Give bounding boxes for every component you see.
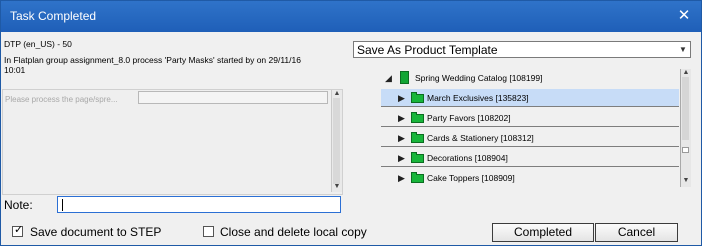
vertical-scrollbar[interactable]: ▲ ▼ [331,90,342,192]
template-select[interactable]: Save As Product Template ▼ [353,41,691,58]
field-input[interactable] [138,91,328,104]
field-label: Please process the page/spre... [5,95,118,104]
expand-right-icon[interactable]: ▶ [398,133,405,144]
cancel-button[interactable]: Cancel [595,223,678,242]
folder-icon [411,92,424,103]
task-description: In Flatplan group assignment_8.0 process… [4,55,301,75]
scroll-down-icon[interactable]: ▼ [333,183,341,191]
folder-icon [411,112,424,123]
task-completed-dialog: Task Completed ✕ DTP (en_US) - 50 In Fla… [0,0,702,246]
tree-item-label: March Exclusives [135823] [427,93,529,103]
expand-right-icon[interactable]: ▶ [398,113,405,124]
tree-root-item[interactable]: ◢ Spring Wedding Catalog [108199] [381,69,679,87]
tree-scrollbar[interactable]: ▲ ▼ [680,69,691,187]
tree-item-cards-stationery[interactable]: ▶ Cards & Stationery [108312] [381,129,679,147]
save-to-step-checkbox[interactable]: ✓ [12,224,24,237]
tree-item-decorations[interactable]: ▶ Decorations [108904] [381,149,679,167]
chevron-down-icon[interactable]: ▼ [678,45,688,55]
tree-item-party-favors[interactable]: ▶ Party Favors [108202] [381,109,679,127]
folder-icon [411,172,424,183]
product-tree: ◢ Spring Wedding Catalog [108199] ▶ Marc… [381,69,691,187]
folder-icon [411,152,424,163]
expand-right-icon[interactable]: ▶ [398,153,405,164]
text-caret [62,199,63,211]
completed-button[interactable]: Completed [492,223,594,242]
tree-item-label: Party Favors [108202] [427,113,511,123]
scroll-up-icon[interactable]: ▲ [682,69,690,77]
save-to-step-label[interactable]: Save document to STEP [30,225,161,239]
note-input[interactable] [57,196,341,213]
tree-item-cake-toppers[interactable]: ▶ Cake Toppers [108909] [381,169,679,187]
tree-item-label: Cake Toppers [108909] [427,173,515,183]
close-delete-label[interactable]: Close and delete local copy [220,225,367,239]
tree-item-label: Cards & Stationery [108312] [427,133,534,143]
scroll-up-icon[interactable]: ▲ [333,90,341,98]
book-icon [400,71,409,84]
task-title: DTP (en_US) - 50 [4,39,72,49]
dialog-title: Task Completed [10,9,97,23]
expand-right-icon[interactable]: ▶ [398,173,405,184]
close-delete-checkbox[interactable] [203,226,214,237]
tree-item-label: Spring Wedding Catalog [108199] [415,73,543,83]
scroll-handle[interactable] [682,147,689,153]
scroll-down-icon[interactable]: ▼ [682,177,690,185]
tree-item-march-exclusives[interactable]: ▶ March Exclusives [135823] [381,89,679,107]
scroll-thumb[interactable] [682,77,689,140]
folder-icon [411,132,424,143]
checkmark-icon: ✓ [14,224,24,236]
expand-down-icon[interactable]: ◢ [385,73,392,84]
expand-right-icon[interactable]: ▶ [398,93,405,104]
scroll-thumb[interactable] [333,98,340,184]
title-bar: Task Completed ✕ [1,1,701,32]
note-label: Note: [4,198,33,212]
task-fields-panel: Please process the page/spre... ▲ ▼ [2,89,343,195]
close-icon[interactable]: ✕ [676,8,692,24]
template-select-value: Save As Product Template [357,43,498,57]
tree-item-label: Decorations [108904] [427,153,508,163]
